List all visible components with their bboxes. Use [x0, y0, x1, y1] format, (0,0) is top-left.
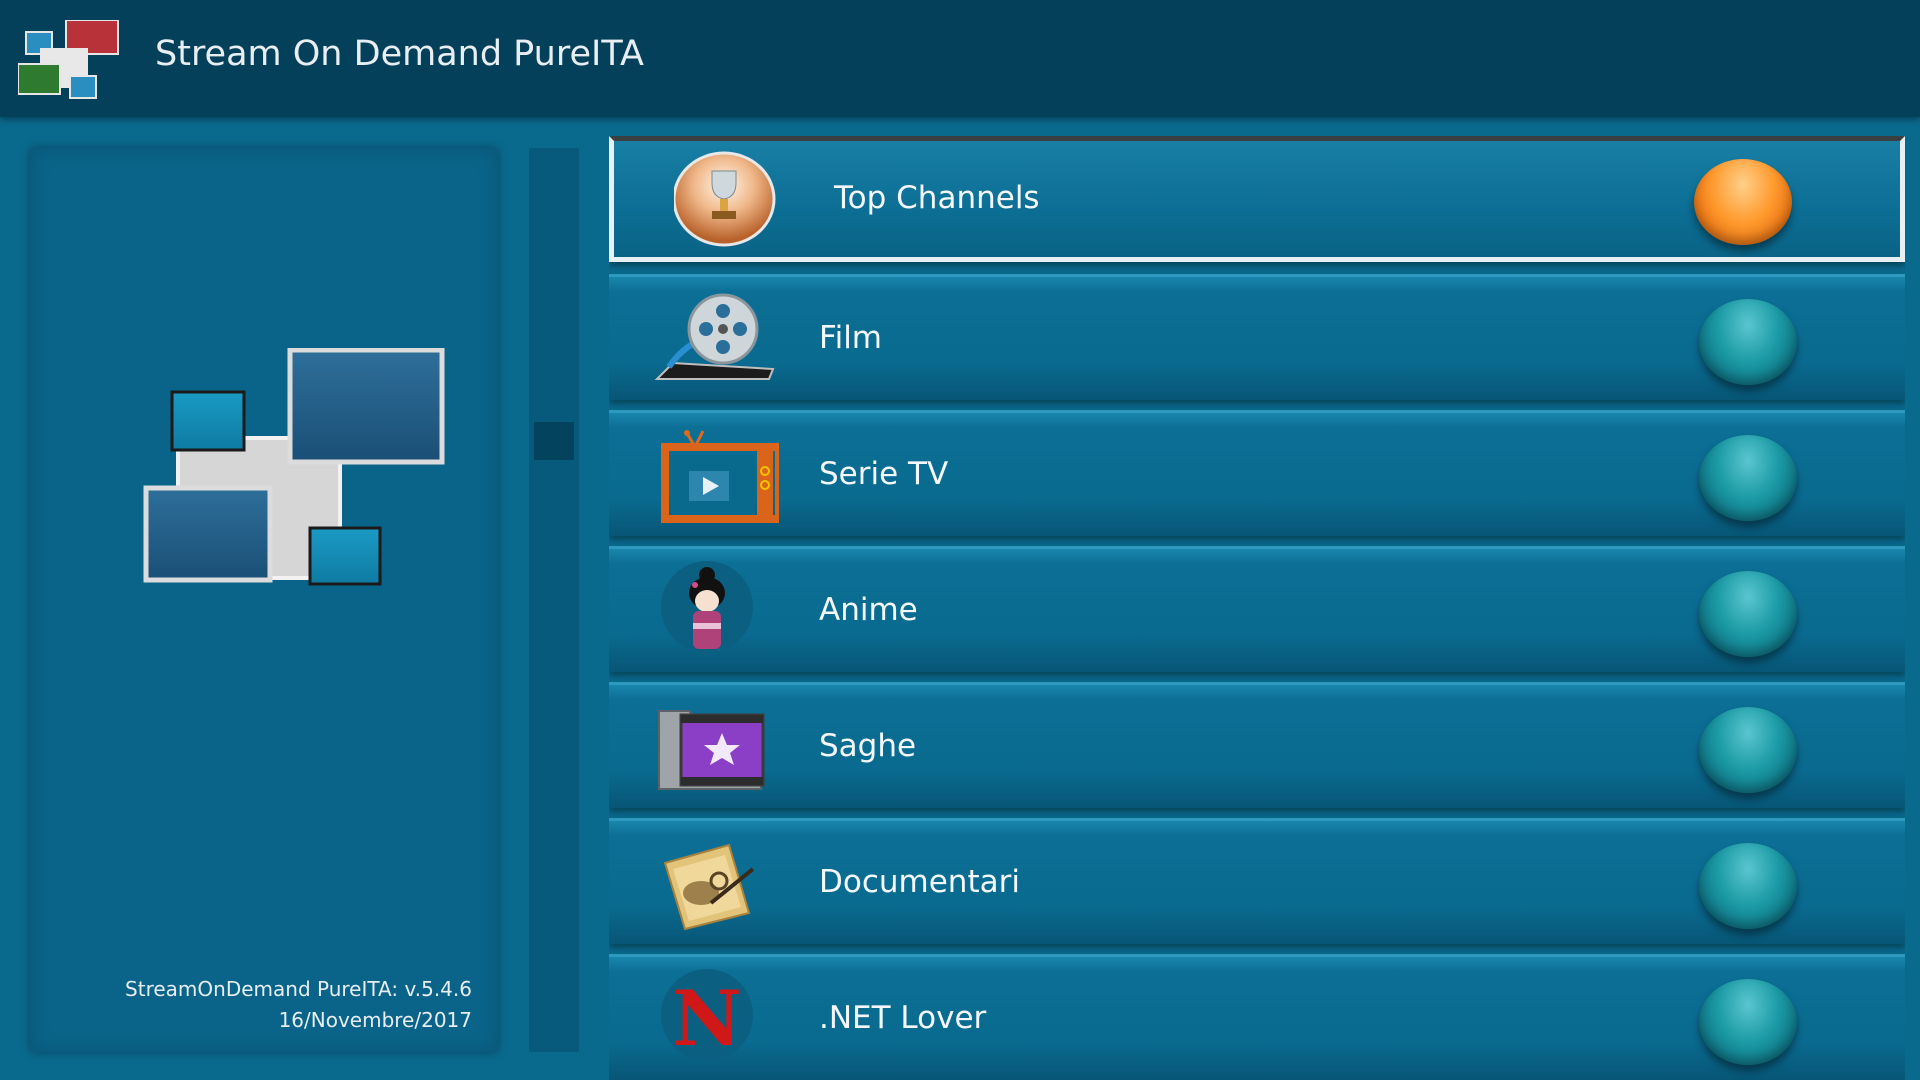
- menu-item-label: Saghe: [819, 728, 917, 764]
- app-logo-large-icon: [143, 348, 445, 586]
- selection-indicator-icon: [1699, 707, 1797, 793]
- menu-item-label: Film: [819, 320, 882, 356]
- selection-indicator-icon: [1699, 435, 1797, 521]
- film-reel-icon: [654, 293, 775, 380]
- menu-item-net-lover[interactable]: N .NET Lover: [609, 954, 1905, 1080]
- selection-indicator-icon: [1699, 843, 1797, 929]
- main-menu: Top Channels Film Serie TV Anime Saghe D…: [609, 136, 1905, 1080]
- anime-doll-icon: [661, 561, 753, 653]
- version-number: StreamOnDemand PureITA: v.5.4.6: [125, 977, 472, 1001]
- netlover-logo-icon: N: [661, 969, 753, 1063]
- selection-indicator-icon: [1694, 159, 1792, 245]
- app-title: Stream On Demand PureITA: [155, 34, 644, 74]
- menu-item-label: Serie TV: [819, 456, 949, 492]
- menu-item-saghe[interactable]: Saghe: [609, 682, 1905, 808]
- menu-item-anime[interactable]: Anime: [609, 546, 1905, 672]
- menu-item-label: Top Channels: [834, 180, 1040, 216]
- tv-icon: [661, 430, 779, 523]
- menu-item-documentari[interactable]: Documentari: [609, 818, 1905, 944]
- svg-text:N: N: [672, 974, 741, 1063]
- trophy-icon: [674, 151, 776, 247]
- info-panel: StreamOnDemand PureITA: v.5.4.6 16/Novem…: [30, 148, 498, 1052]
- scrollbar-thumb[interactable]: [534, 422, 574, 460]
- selection-indicator-icon: [1699, 571, 1797, 657]
- header-bar: Stream On Demand PureITA: [0, 0, 1920, 117]
- menu-item-top-channels[interactable]: Top Channels: [609, 136, 1905, 262]
- selection-indicator-icon: [1699, 979, 1797, 1065]
- selection-indicator-icon: [1699, 299, 1797, 385]
- menu-item-label: Anime: [819, 592, 918, 628]
- scrollbar[interactable]: [529, 148, 579, 1052]
- documentary-scroll-icon: [663, 843, 755, 931]
- saga-folder-icon: [658, 710, 765, 790]
- menu-item-label: Documentari: [819, 864, 1020, 900]
- app-logo-icon: [18, 20, 119, 99]
- menu-item-film[interactable]: Film: [609, 274, 1905, 400]
- menu-item-label: .NET Lover: [819, 1000, 987, 1036]
- menu-item-serie-tv[interactable]: Serie TV: [609, 410, 1905, 536]
- version-info: StreamOnDemand PureITA: v.5.4.6 16/Novem…: [125, 974, 472, 1036]
- version-date: 16/Novembre/2017: [278, 1008, 472, 1032]
